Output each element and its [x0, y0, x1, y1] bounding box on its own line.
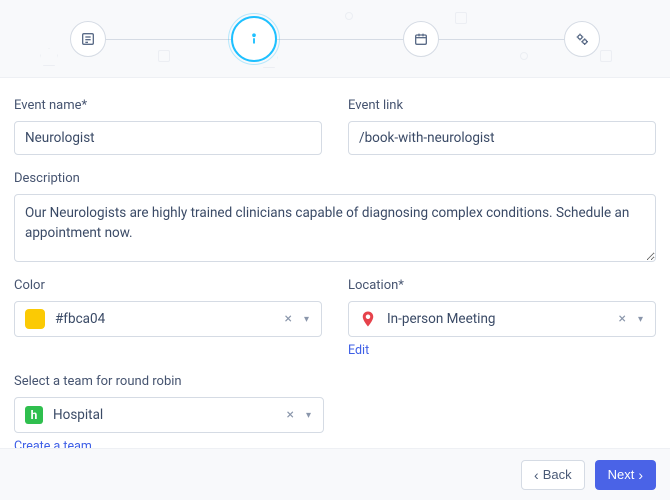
step-info[interactable] [231, 16, 277, 62]
team-value: Hospital [53, 407, 103, 423]
color-select[interactable]: #fbca04 × ▾ [14, 301, 322, 337]
calendar-icon [413, 31, 429, 47]
event-link-input[interactable] [348, 121, 656, 155]
location-label: Location* [348, 278, 656, 293]
color-value: #fbca04 [55, 311, 105, 327]
event-name-input[interactable] [14, 121, 322, 155]
footer: ‹ Back Next › [0, 448, 670, 500]
chevron-down-icon[interactable]: ▾ [636, 314, 645, 325]
stepper-line [90, 39, 580, 40]
chevron-down-icon[interactable]: ▾ [304, 410, 313, 421]
step-details[interactable] [70, 21, 106, 57]
description-label: Description [14, 171, 656, 186]
chevron-down-icon[interactable]: ▾ [302, 314, 311, 325]
team-select[interactable]: h Hospital × ▾ [14, 397, 324, 433]
stepper [0, 0, 670, 78]
step-settings[interactable] [564, 21, 600, 57]
location-select[interactable]: In-person Meeting × ▾ [348, 301, 656, 337]
clear-icon[interactable]: × [614, 311, 629, 327]
clear-icon[interactable]: × [280, 311, 295, 327]
map-pin-icon [359, 310, 377, 328]
clear-icon[interactable]: × [282, 407, 297, 423]
step-schedule[interactable] [403, 21, 439, 57]
chevron-left-icon: ‹ [534, 468, 539, 482]
team-label: Select a team for round robin [14, 374, 324, 389]
list-icon [80, 31, 96, 47]
chevron-right-icon: › [638, 468, 643, 482]
next-button-label: Next [608, 467, 635, 482]
info-icon [245, 30, 263, 48]
edit-location-link[interactable]: Edit [348, 343, 656, 358]
next-button[interactable]: Next › [595, 460, 656, 490]
color-label: Color [14, 278, 322, 293]
color-swatch [25, 309, 45, 329]
location-value: In-person Meeting [387, 311, 495, 327]
back-button-label: Back [543, 467, 572, 482]
form: Event name* Event link Description Color… [0, 78, 670, 480]
team-icon: h [25, 406, 43, 424]
description-textarea[interactable] [14, 194, 656, 262]
gears-icon [574, 31, 590, 47]
event-link-label: Event link [348, 98, 656, 113]
event-name-label: Event name* [14, 98, 322, 113]
back-button[interactable]: ‹ Back [521, 460, 585, 490]
